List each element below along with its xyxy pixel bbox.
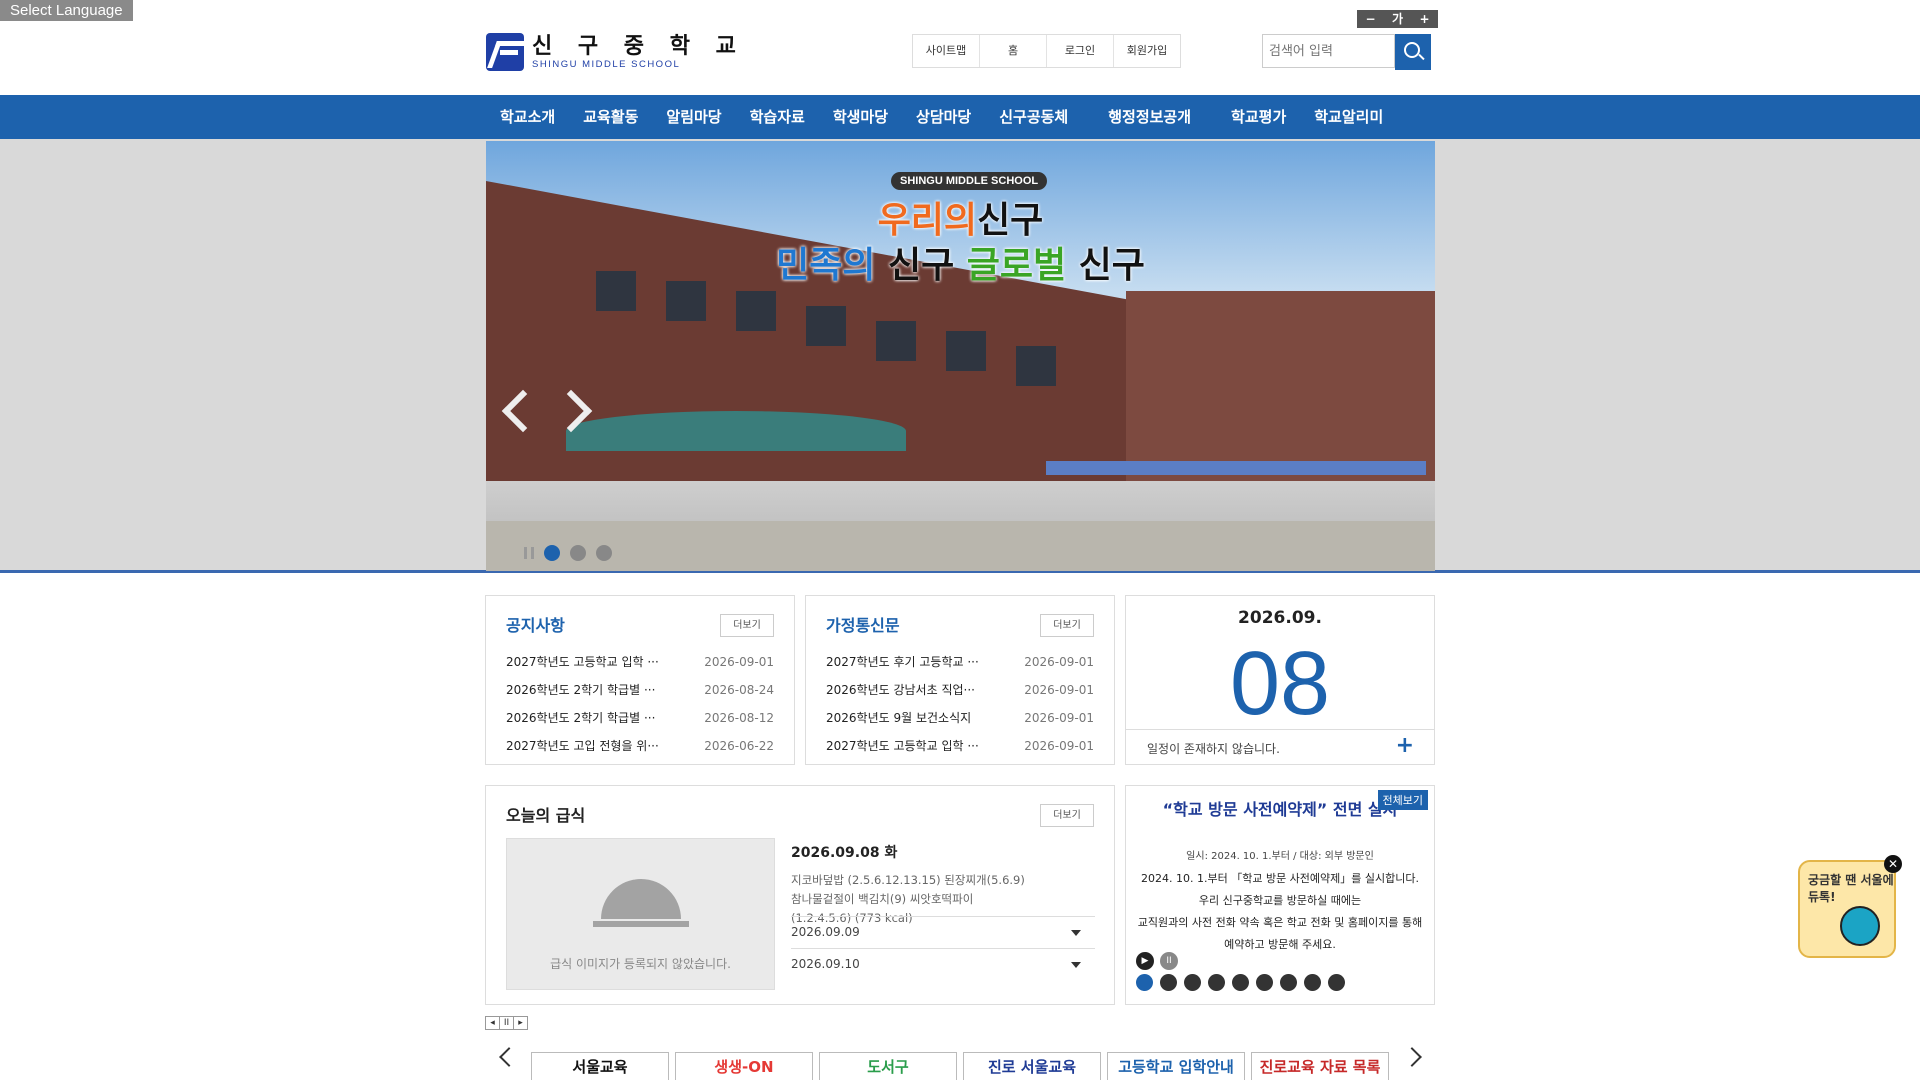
link-banner-controls: ◂ II ▸ (485, 1016, 528, 1030)
signup-link[interactable]: 회원가입 (1114, 35, 1180, 67)
nav-item-education[interactable]: 교육활동 (569, 95, 652, 139)
nav-item-evaluation[interactable]: 학교평가 (1217, 95, 1300, 139)
link-banner[interactable]: 고등학교 입학안내 (1107, 1052, 1245, 1080)
meal-title: 오늘의 급식 (506, 806, 586, 825)
calendar-plus-icon[interactable]: + (1396, 733, 1414, 758)
nav-item-materials[interactable]: 학습자료 (736, 95, 819, 139)
sitemap-link[interactable]: 사이트맵 (913, 35, 980, 67)
nav-item-schoolinfo[interactable]: 학교알리미 (1300, 95, 1397, 139)
login-link[interactable]: 로그인 (1047, 35, 1114, 67)
notice-more-button[interactable]: 더보기 (720, 614, 774, 637)
banner-pause-icon[interactable] (524, 547, 534, 559)
newsletter-more-button[interactable]: 더보기 (1040, 614, 1094, 637)
newsletter-title: 가정통신문 (826, 616, 900, 635)
popup-dot[interactable] (1160, 974, 1177, 991)
popup-view-all-button[interactable]: 전체보기 (1377, 790, 1428, 810)
link-banner[interactable]: 도서구 (819, 1052, 957, 1080)
logo-mark-icon (486, 33, 524, 71)
nav-item-notices[interactable]: 알림마당 (652, 95, 735, 139)
banner-pagination (524, 545, 612, 561)
search-input[interactable] (1262, 34, 1395, 68)
link-banner[interactable]: 서울교육 (531, 1052, 669, 1080)
font-decrease-button[interactable]: − (1357, 10, 1384, 28)
list-item[interactable]: 2026학년도 2학기 학급별 ··· 2026-08-12 (506, 704, 774, 732)
popup-dot[interactable] (1136, 974, 1153, 991)
logo-name-en: SHINGU MIDDLE SCHOOL (532, 58, 681, 70)
banner-dot[interactable] (544, 545, 560, 561)
util-links: 사이트맵 홈 로그인 회원가입 (912, 34, 1181, 68)
header: 신 구 중 학 교 SHINGU MIDDLE SCHOOL 사이트맵 홈 로그… (0, 0, 1920, 95)
home-link[interactable]: 홈 (980, 35, 1047, 67)
school-logo[interactable]: 신 구 중 학 교 SHINGU MIDDLE SCHOOL (486, 33, 745, 71)
meal-widget: 오늘의 급식 더보기 급식 이미지가 등록되지 않았습니다. 2026.09.0… (485, 785, 1115, 1005)
close-icon[interactable]: ✕ (1884, 855, 1902, 873)
banner-tag: SHINGU MIDDLE SCHOOL (891, 172, 1048, 190)
notice-board: 공지사항 더보기 2027학년도 고등학교 입학 ··· 2026-09-01 2… (485, 595, 795, 765)
popup-dot[interactable] (1232, 974, 1249, 991)
link-next-button[interactable]: ▸ (514, 1017, 527, 1029)
link-prev-button[interactable]: ◂ (486, 1017, 500, 1029)
list-item[interactable]: 2026학년도 강남서초 직업··· 2026-09-01 (826, 676, 1094, 704)
list-item[interactable]: 2026학년도 9월 보건소식지 2026-09-01 (826, 704, 1094, 732)
cloche-icon (601, 879, 681, 919)
link-banner-strip: 서울교육 생생-ON 도서구 진로 서울교육 고등학교 입학안내 진로교육 자료… (486, 1040, 1435, 1080)
calendar-widget: 2026.09. 08 일정이 존재하지 않습니다. + (1125, 595, 1435, 765)
font-size-controls: − 가 + (1357, 10, 1438, 28)
meal-image-placeholder: 급식 이미지가 등록되지 않았습니다. (506, 838, 775, 990)
nav-item-counseling[interactable]: 상담마당 (902, 95, 985, 139)
popup-body: 일시: 2024. 10. 1.부터 / 대상: 외부 방문인 2024. 10… (1137, 851, 1423, 951)
chevron-right-icon[interactable] (1402, 1047, 1422, 1067)
main-nav: 학교소개 교육활동 알림마당 학습자료 학생마당 상담마당 신구공동체 행정정보… (0, 95, 1920, 139)
banner-headline-2: 민족의 신구 글로벌 신구 (776, 245, 1145, 286)
list-item[interactable]: 2027학년도 고입 전형을 위··· 2026-06-22 (506, 732, 774, 760)
font-increase-button[interactable]: + (1411, 10, 1438, 28)
meal-date: 2026.09.08 화 (791, 845, 898, 861)
popup-dot[interactable] (1328, 974, 1345, 991)
nav-item-about[interactable]: 학교소개 (486, 95, 569, 139)
list-item[interactable]: 2027학년도 후기 고등학교 ··· 2026-09-01 (826, 648, 1094, 676)
nav-item-admin-info[interactable]: 행정정보공개 (1094, 95, 1217, 139)
list-item[interactable]: 2027학년도 고등학교 입학 ··· 2026-09-01 (506, 648, 774, 676)
meal-next-date[interactable]: 2026.09.10 (791, 948, 1095, 979)
search-form (1262, 34, 1431, 70)
popup-dot[interactable] (1208, 974, 1225, 991)
notice-title: 공지사항 (506, 616, 565, 635)
seoul-edutalk-widget[interactable]: 궁금할 땐 서울에듀톡! (1798, 860, 1896, 958)
banner-dot[interactable] (596, 545, 612, 561)
search-icon[interactable] (1395, 34, 1431, 70)
nav-item-community[interactable]: 신구공동체 (985, 95, 1094, 139)
calendar-month: 2026.09. (1238, 608, 1322, 628)
link-banner[interactable]: 진로교육 자료 목록 (1251, 1052, 1389, 1080)
main-banner: SHINGU MIDDLE SCHOOL 우리의신구 민족의 신구 글로벌 신구 (486, 141, 1435, 571)
newsletter-board: 가정통신문 더보기 2027학년도 후기 고등학교 ··· 2026-09-01 … (805, 595, 1115, 765)
play-icon[interactable]: ▶ (1136, 952, 1154, 970)
link-pause-button[interactable]: II (500, 1017, 514, 1029)
chatbot-character-icon (1840, 906, 1880, 946)
list-item[interactable]: 2026학년도 2학기 학급별 ··· 2026-08-24 (506, 676, 774, 704)
chevron-left-icon[interactable] (499, 1047, 519, 1067)
calendar-day: 08 (1229, 634, 1331, 734)
logo-name-ko: 신 구 중 학 교 (532, 33, 745, 59)
link-banner[interactable]: 진로 서울교육 (963, 1052, 1101, 1080)
popup-dot[interactable] (1304, 974, 1321, 991)
list-item[interactable]: 2027학년도 고등학교 입학 ··· 2026-09-01 (826, 732, 1094, 760)
link-banner[interactable]: 생생-ON (675, 1052, 813, 1080)
popup-pagination (1136, 974, 1345, 991)
nav-item-students[interactable]: 학생마당 (819, 95, 902, 139)
popup-dot[interactable] (1256, 974, 1273, 991)
popup-dot[interactable] (1184, 974, 1201, 991)
popup-zone: “학교 방문 사전예약제” 전면 실시 전체보기 일시: 2024. 10. 1… (1125, 785, 1435, 1005)
font-reset-button[interactable]: 가 (1384, 10, 1411, 28)
meal-next-date[interactable]: 2026.09.09 (791, 916, 1095, 947)
banner-dot[interactable] (570, 545, 586, 561)
pause-icon[interactable]: II (1160, 952, 1178, 970)
meal-more-button[interactable]: 더보기 (1040, 804, 1094, 827)
calendar-message: 일정이 존재하지 않습니다. (1147, 742, 1280, 756)
popup-dot[interactable] (1280, 974, 1297, 991)
